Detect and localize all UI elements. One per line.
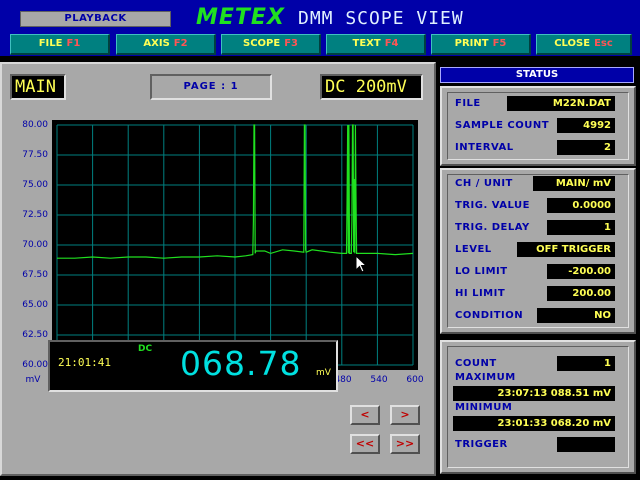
prev-button[interactable]: < (350, 405, 380, 425)
menu-shortcut: F2 (173, 38, 188, 49)
text-menu-button[interactable]: TEXT F4 (326, 34, 426, 55)
status-title: STATUS (440, 67, 634, 83)
y-tick-label: 80.00 (22, 120, 48, 130)
ch-unit-label: CH / UNIT (455, 178, 513, 189)
level-label: LEVEL (455, 244, 492, 255)
menu-shortcut: F5 (492, 38, 507, 49)
menu-label: AXIS (143, 38, 170, 49)
trig-value-label: TRIG. VALUE (455, 200, 530, 211)
y-tick-label: 67.50 (22, 270, 48, 280)
trig-delay-label: TRIG. DELAY (455, 222, 530, 233)
live-readout: 21:01:41 DC 068.78 mV (48, 340, 338, 392)
menu-shortcut: Esc (594, 38, 613, 49)
close-menu-button[interactable]: CLOSE Esc (536, 34, 632, 55)
next-button[interactable]: > (390, 405, 420, 425)
maximum-label: MAXIMUM (455, 372, 516, 383)
axis-menu-button[interactable]: AXIS F2 (116, 34, 216, 55)
playback-button[interactable]: PLAYBACK (20, 11, 171, 27)
count-value: 1 (557, 356, 615, 371)
app-window: PLAYBACK METEX DMM SCOPE VIEW FILE F1 AXI… (0, 0, 640, 480)
y-tick-label: 77.50 (22, 150, 48, 160)
scope-menu-button[interactable]: SCOPE F3 (221, 34, 321, 55)
y-tick-label: 70.00 (22, 240, 48, 250)
menu-label: CLOSE (554, 38, 591, 49)
y-tick-label: 65.00 (22, 300, 48, 310)
lo-limit-label: LO LIMIT (455, 266, 508, 277)
menu-label: PRINT (454, 38, 489, 49)
file-label: FILE (455, 98, 481, 109)
y-tick-label: 75.00 (22, 180, 48, 190)
sample-count-label: SAMPLE COUNT (455, 120, 550, 131)
hi-limit-label: HI LIMIT (455, 288, 506, 299)
y-tick-label: 62.50 (22, 330, 48, 340)
app-title: DMM SCOPE VIEW (298, 8, 464, 29)
readout-time: 21:01:41 (58, 356, 111, 369)
menu-bar: FILE F1 AXIS F2 SCOPE F3 TEXT F4 PRINT F5 CLO… (0, 34, 640, 56)
metex-logo: METEX (196, 5, 285, 30)
trigger-label: TRIGGER (455, 439, 508, 450)
readout-mode: DC (138, 344, 153, 354)
interval-label: INTERVAL (455, 142, 514, 153)
file-menu-button[interactable]: FILE F1 (10, 34, 110, 55)
minimum-label: MINIMUM (455, 402, 513, 413)
scope-plot[interactable] (52, 120, 418, 370)
menu-label: TEXT (352, 38, 381, 49)
ch-unit-value: MAIN/ mV (533, 176, 615, 191)
trig-delay-value: 1 (547, 220, 615, 235)
y-tick-label: 72.50 (22, 210, 48, 220)
trig-value-value: 0.0000 (547, 198, 615, 213)
page-indicator: PAGE : 1 (150, 74, 272, 100)
menu-label: SCOPE (243, 38, 281, 49)
channel-label: MAIN (10, 74, 66, 100)
print-menu-button[interactable]: PRINT F5 (431, 34, 531, 55)
minimum-value: 23:01:33 068.20 mV (453, 416, 615, 431)
interval-value: 2 (557, 140, 615, 155)
mouse-cursor-icon (355, 255, 368, 273)
hi-limit-value: 200.00 (547, 286, 615, 301)
sample-count-value: 4992 (557, 118, 615, 133)
readout-unit: mV (316, 368, 331, 378)
count-label: COUNT (455, 358, 497, 369)
readout-value: 068.78 (180, 344, 302, 383)
level-value: OFF TRIGGER (517, 242, 615, 257)
menu-shortcut: F4 (384, 38, 399, 49)
maximum-value: 23:07:13 088.51 mV (453, 386, 615, 401)
file-value: M22N.DAT (507, 96, 615, 111)
menu-shortcut: F1 (66, 38, 81, 49)
lo-limit-value: -200.00 (547, 264, 615, 279)
last-button[interactable]: >> (390, 434, 420, 454)
x-tick-label: 540 (370, 375, 388, 385)
x-tick-label: 600 (406, 375, 424, 385)
condition-value: NO (537, 308, 615, 323)
title-bar: PLAYBACK METEX DMM SCOPE VIEW (0, 0, 640, 34)
y-tick-label: 60.00 (22, 360, 48, 370)
condition-label: CONDITION (455, 310, 524, 321)
trigger-value (557, 437, 615, 452)
menu-shortcut: F3 (284, 38, 298, 49)
menu-label: FILE (38, 38, 63, 49)
first-button[interactable]: << (350, 434, 380, 454)
range-label: DC 200mV (320, 74, 423, 100)
